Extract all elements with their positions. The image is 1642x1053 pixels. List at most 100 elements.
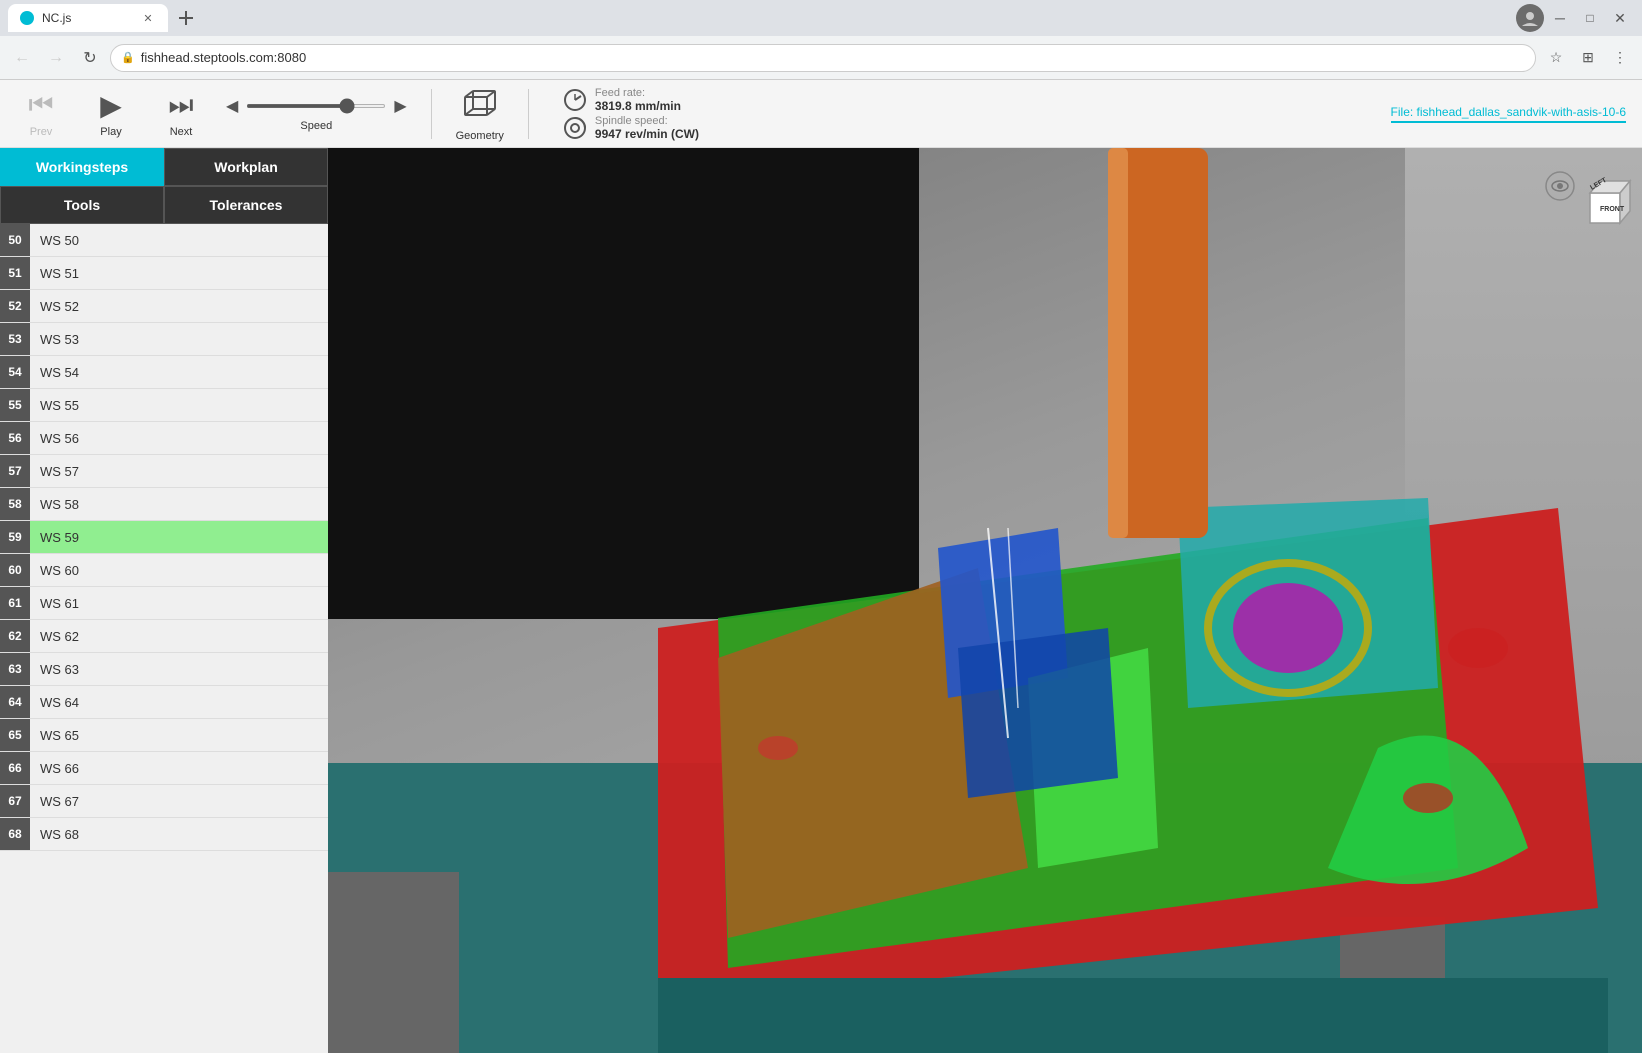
minimize-button[interactable]: ─ xyxy=(1546,4,1574,32)
sidebar: Workingsteps Workplan Tools Tolerances 5… xyxy=(0,148,328,1053)
file-link[interactable]: File: fishhead_dallas_sandvik-with-asis-… xyxy=(1391,105,1626,123)
item-number: 60 xyxy=(0,554,30,586)
item-label: WS 55 xyxy=(30,398,79,413)
feed-rate-label: Feed rate: xyxy=(595,87,681,99)
list-item[interactable]: 58WS 58 xyxy=(0,488,328,521)
tab-workplan[interactable]: Workplan xyxy=(164,148,328,186)
reload-button[interactable]: ↻ xyxy=(76,44,104,72)
viewport[interactable]: FRONT LEFT xyxy=(328,148,1642,1053)
tab-tolerances[interactable]: Tolerances xyxy=(164,186,328,224)
list-item[interactable]: 67WS 67 xyxy=(0,785,328,818)
tab-favicon xyxy=(20,11,34,25)
item-number: 66 xyxy=(0,752,30,784)
speed-control: ◀ ▶ Speed xyxy=(226,96,407,132)
list-item[interactable]: 66WS 66 xyxy=(0,752,328,785)
list-item[interactable]: 63WS 63 xyxy=(0,653,328,686)
extension-button[interactable]: ⊞ xyxy=(1574,44,1602,72)
active-tab[interactable]: NC.js ✕ xyxy=(8,4,168,32)
item-label: WS 66 xyxy=(30,761,79,776)
item-label: WS 63 xyxy=(30,662,79,677)
spindle-speed-row: Spindle speed: 9947 rev/min (CW) xyxy=(563,115,699,141)
list-item[interactable]: 57WS 57 xyxy=(0,455,328,488)
list-item[interactable]: 64WS 64 xyxy=(0,686,328,719)
address-bar[interactable]: 🔒 fishhead.steptools.com:8080 xyxy=(110,44,1536,72)
item-label: WS 65 xyxy=(30,728,79,743)
separator-1 xyxy=(431,89,432,139)
list-item[interactable]: 62WS 62 xyxy=(0,620,328,653)
list-item[interactable]: 51WS 51 xyxy=(0,257,328,290)
profile-icon[interactable] xyxy=(1516,4,1544,32)
play-icon: ▶ xyxy=(100,89,122,122)
item-number: 55 xyxy=(0,389,30,421)
item-number: 51 xyxy=(0,257,30,289)
list-item[interactable]: 60WS 60 xyxy=(0,554,328,587)
feed-info: Feed rate: 3819.8 mm/min Spindle speed: … xyxy=(563,87,699,141)
item-label: WS 68 xyxy=(30,827,79,842)
tab-title: NC.js xyxy=(42,11,71,25)
item-number: 61 xyxy=(0,587,30,619)
item-number: 67 xyxy=(0,785,30,817)
item-number: 63 xyxy=(0,653,30,685)
list-item[interactable]: 59WS 59 xyxy=(0,521,328,554)
list-item[interactable]: 61WS 61 xyxy=(0,587,328,620)
item-label: WS 51 xyxy=(30,266,79,281)
bookmark-button[interactable]: ☆ xyxy=(1542,44,1570,72)
feed-rate-value: 3819.8 mm/min xyxy=(595,99,681,113)
maximize-button[interactable]: □ xyxy=(1576,4,1604,32)
item-number: 54 xyxy=(0,356,30,388)
tab-workingsteps[interactable]: Workingsteps xyxy=(0,148,164,186)
speed-slider[interactable] xyxy=(246,104,386,108)
geometry-icon xyxy=(460,86,500,126)
list-item[interactable]: 54WS 54 xyxy=(0,356,328,389)
list-item[interactable]: 53WS 53 xyxy=(0,323,328,356)
item-label: WS 57 xyxy=(30,464,79,479)
list-item[interactable]: 55WS 55 xyxy=(0,389,328,422)
new-tab-icon[interactable] xyxy=(176,8,196,28)
list-item[interactable]: 52WS 52 xyxy=(0,290,328,323)
item-label: WS 64 xyxy=(30,695,79,710)
speed-row: ◀ ▶ xyxy=(226,96,407,116)
list-item[interactable]: 65WS 65 xyxy=(0,719,328,752)
list-item[interactable]: 50WS 50 xyxy=(0,224,328,257)
item-label: WS 52 xyxy=(30,299,79,314)
forward-button[interactable]: → xyxy=(42,44,70,72)
list-item[interactable]: 68WS 68 xyxy=(0,818,328,851)
item-number: 52 xyxy=(0,290,30,322)
sidebar-tab-row-2: Tools Tolerances xyxy=(0,186,328,224)
feed-rate-row: Feed rate: 3819.8 mm/min xyxy=(563,87,699,113)
next-label: Next xyxy=(170,126,193,138)
slow-arrow-icon: ◀ xyxy=(226,96,238,116)
tab-close-button[interactable]: ✕ xyxy=(140,10,156,26)
item-label: WS 61 xyxy=(30,596,79,611)
item-label: WS 54 xyxy=(30,365,79,380)
workingsteps-list: 50WS 5051WS 5152WS 5253WS 5354WS 5455WS … xyxy=(0,224,328,1053)
item-number: 62 xyxy=(0,620,30,652)
close-button[interactable]: ✕ xyxy=(1606,4,1634,32)
feed-rate-icon xyxy=(563,88,587,112)
item-number: 56 xyxy=(0,422,30,454)
browser-controls: ← → ↻ 🔒 fishhead.steptools.com:8080 ☆ ⊞ … xyxy=(0,36,1642,80)
next-button[interactable]: ⏭ Next xyxy=(156,89,206,138)
next-icon: ⏭ xyxy=(168,89,193,122)
tab-bar: NC.js ✕ ─ □ ✕ xyxy=(0,0,1642,36)
play-button[interactable]: ▶ Play xyxy=(86,89,136,138)
item-label: WS 59 xyxy=(30,530,79,545)
tab-tools[interactable]: Tools xyxy=(0,186,164,224)
prev-label: Prev xyxy=(30,126,53,138)
item-label: WS 67 xyxy=(30,794,79,809)
menu-button[interactable]: ⋮ xyxy=(1606,44,1634,72)
list-item[interactable]: 56WS 56 xyxy=(0,422,328,455)
geometry-button[interactable]: Geometry xyxy=(456,86,504,142)
url-text: fishhead.steptools.com:8080 xyxy=(141,50,307,65)
app-toolbar: ⏮ Prev ▶ Play ⏭ Next ◀ ▶ Speed xyxy=(0,80,1642,148)
speed-label: Speed xyxy=(300,120,332,132)
item-label: WS 60 xyxy=(30,563,79,578)
item-number: 58 xyxy=(0,488,30,520)
fast-arrow-icon: ▶ xyxy=(394,96,406,116)
security-icon: 🔒 xyxy=(121,51,135,64)
nav-cube[interactable]: FRONT LEFT xyxy=(1542,168,1622,248)
item-number: 59 xyxy=(0,521,30,553)
back-button[interactable]: ← xyxy=(8,44,36,72)
item-label: WS 53 xyxy=(30,332,79,347)
prev-button[interactable]: ⏮ Prev xyxy=(16,89,66,138)
